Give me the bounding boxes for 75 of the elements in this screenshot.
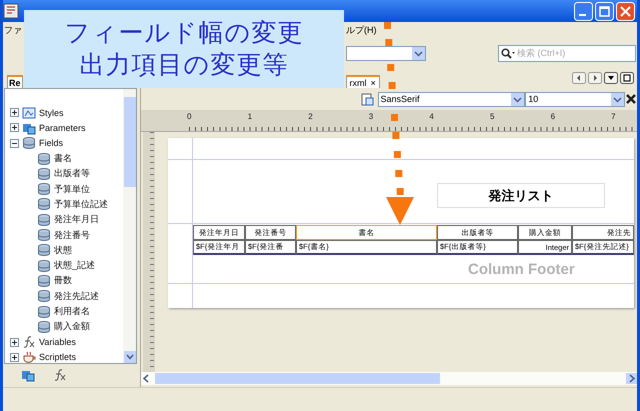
- minimize-button[interactable]: [574, 2, 593, 20]
- tree-item[interactable]: 発注番号: [54, 228, 90, 242]
- styles-icon: [22, 106, 36, 120]
- search-icon: [501, 48, 515, 58]
- tree-item[interactable]: 出版者等: [54, 167, 90, 180]
- tree-item[interactable]: 購入金額: [54, 320, 90, 334]
- tree-item[interactable]: Fields: [39, 138, 64, 148]
- expander-icon[interactable]: [10, 338, 19, 347]
- expander-icon[interactable]: [10, 123, 19, 132]
- cup-icon: [22, 350, 36, 363]
- tree-item[interactable]: 発注年月日: [54, 213, 99, 226]
- database-icon: [37, 228, 51, 242]
- database-icon: [37, 258, 51, 273]
- font-combo[interactable]: SansSerif: [378, 92, 526, 106]
- tree-item[interactable]: 発注先記述: [54, 290, 99, 303]
- font-icon: [360, 92, 374, 106]
- ruler-number: 3: [368, 111, 374, 123]
- combo-box[interactable]: [346, 46, 426, 60]
- tree-item[interactable]: 利用者名: [54, 305, 90, 318]
- database-icon: [37, 197, 51, 212]
- tree-item[interactable]: Styles: [39, 108, 64, 118]
- close-button[interactable]: [616, 2, 635, 20]
- tree-item[interactable]: 書名: [54, 152, 72, 166]
- report-title[interactable]: 発注リスト: [437, 183, 605, 208]
- ruler-number: 5: [490, 111, 496, 123]
- tab[interactable]: rxml ×: [346, 75, 380, 88]
- menu-item[interactable]: ルプ(H): [346, 24, 376, 36]
- scroll-left-button[interactable]: [572, 72, 586, 84]
- ruler-number: 2: [308, 111, 314, 123]
- tree-item[interactable]: 冊数: [54, 274, 72, 288]
- database-icon: [37, 243, 51, 258]
- font-size-combo[interactable]: 10: [525, 92, 625, 106]
- search-field[interactable]: 検索 (Ctrl+I): [498, 44, 636, 62]
- expander-icon[interactable]: [10, 352, 19, 362]
- ruler-number: 1: [248, 111, 254, 123]
- ruler-number: 0: [187, 111, 192, 123]
- tree-item[interactable]: 状態: [54, 244, 72, 257]
- database-icon: [37, 166, 51, 181]
- database-icon: [22, 136, 36, 150]
- ruler-number: 6: [550, 111, 556, 123]
- horizontal-scrollbar[interactable]: [141, 372, 637, 385]
- tree-item[interactable]: Parameters: [39, 122, 86, 133]
- database-icon: [37, 274, 51, 288]
- callout-text: フィールド幅の変更: [64, 18, 304, 48]
- tree-item[interactable]: Variables: [39, 337, 76, 348]
- callout-text: 出力項目の変更等: [80, 50, 288, 80]
- tree-item[interactable]: 予算単位: [54, 182, 90, 196]
- dropdown-button[interactable]: [604, 72, 618, 84]
- database-icon: [37, 182, 51, 196]
- parameters-icon[interactable]: [21, 368, 37, 382]
- ruler-number: 4: [429, 111, 435, 123]
- close-button[interactable]: ×: [370, 78, 376, 88]
- tab[interactable]: Re: [7, 75, 23, 88]
- menu-item[interactable]: ファ: [4, 24, 22, 36]
- database-icon: [37, 320, 51, 334]
- expander-icon[interactable]: [10, 108, 19, 118]
- expander-icon[interactable]: [10, 138, 19, 148]
- app-icon: [3, 3, 19, 19]
- database-icon: [37, 304, 51, 318]
- database-icon: [37, 212, 51, 227]
- vertical-scrollbar[interactable]: [123, 89, 136, 363]
- scroll-right-icon[interactable]: [626, 373, 637, 384]
- function-icon[interactable]: [53, 368, 67, 382]
- tree-item[interactable]: 状態_記述: [54, 259, 96, 272]
- function-icon: [22, 335, 36, 350]
- scroll-down-icon[interactable]: [124, 351, 136, 363]
- maximize-button[interactable]: [620, 72, 634, 84]
- tree-item[interactable]: Scriptlets: [39, 352, 76, 362]
- band-label: Column Footer: [468, 260, 575, 278]
- ruler-number: 7: [611, 111, 617, 123]
- database-icon: [37, 152, 51, 166]
- tree-item[interactable]: 予算単位記述: [54, 198, 108, 211]
- database-icon: [37, 289, 51, 304]
- search-field[interactable]: 検索 (Ctrl+I): [517, 48, 633, 58]
- scroll-right-button[interactable]: [588, 72, 602, 84]
